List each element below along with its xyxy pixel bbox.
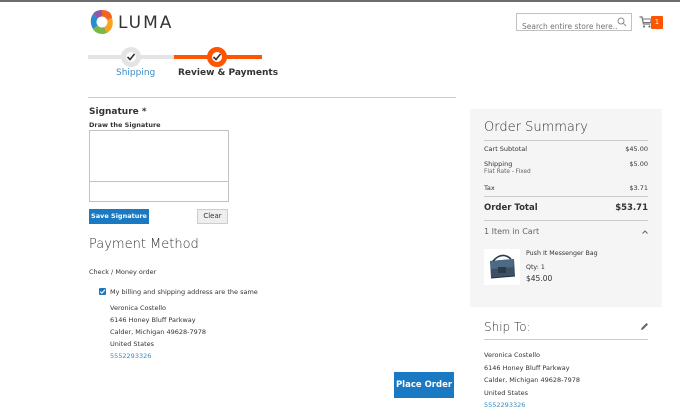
cart-subtotal-label: Cart Subtotal (484, 145, 528, 153)
payment-option-label[interactable]: Check / Money order (89, 268, 156, 276)
pencil-icon[interactable] (640, 322, 649, 331)
order-summary-title: Order Summary (484, 120, 588, 135)
check-icon (212, 53, 222, 61)
shipping-name: Veronica Costello (484, 351, 541, 359)
shipping-phone[interactable]: 5552293326 (484, 401, 525, 409)
same-address-label[interactable]: My billing and shipping address are the … (110, 288, 258, 296)
section-divider (88, 97, 456, 98)
product-qty: Qty: 1 (526, 264, 545, 271)
step-review-marker (207, 47, 227, 67)
shipping-label: Shipping (484, 160, 513, 168)
signature-subtitle: Draw the Signature (89, 121, 161, 129)
order-total-row: Order Total $53.71 (484, 203, 648, 213)
shipping-value: $5.00 (629, 160, 648, 168)
save-signature-button[interactable]: Save Signature (89, 209, 149, 224)
summary-divider (484, 220, 648, 221)
order-total-label: Order Total (484, 203, 538, 213)
search-box[interactable] (516, 13, 632, 35)
minicart-button[interactable]: 1 (639, 13, 667, 31)
place-order-button[interactable]: Place Order (394, 372, 454, 398)
luma-logo-icon (90, 10, 113, 34)
chevron-up-icon[interactable] (641, 228, 649, 236)
step-shipping-label[interactable]: Shipping (116, 68, 155, 78)
cart-count-badge: 1 (651, 16, 663, 29)
clear-signature-button[interactable]: Clear (197, 209, 228, 224)
ship-to-divider (484, 339, 648, 340)
product-image (484, 249, 520, 285)
same-address-checkbox[interactable] (99, 288, 106, 295)
order-total-value: $53.71 (615, 203, 648, 213)
top-border (0, 0, 680, 2)
messenger-bag-icon (490, 254, 516, 279)
billing-country: United States (110, 340, 155, 348)
logo-text[interactable]: LUMA (118, 13, 173, 33)
signature-title: Signature * (89, 107, 147, 117)
product-name: Push It Messenger Bag (526, 250, 598, 257)
tax-label: Tax (484, 184, 495, 192)
search-input[interactable] (517, 18, 618, 35)
billing-street: 6146 Honey Bluff Parkway (110, 316, 196, 324)
billing-name: Veronica Costello (110, 304, 167, 312)
signature-baseline (90, 181, 228, 182)
cart-subtotal-value: $45.00 (625, 145, 648, 153)
checkmark-icon (99, 289, 106, 294)
luma-logo[interactable] (90, 9, 114, 39)
items-in-cart-toggle[interactable]: 1 Item in Cart (484, 227, 539, 236)
payment-method-title: Payment Method (89, 237, 199, 252)
step-review-label: Review & Payments (178, 68, 279, 78)
shipping-country: United States (484, 389, 529, 397)
shipping-street: 6146 Honey Bluff Parkway (484, 364, 570, 372)
shipping-row: Shipping $5.00 (484, 160, 648, 168)
tax-value: $3.71 (629, 184, 648, 192)
tax-row: Tax $3.71 (484, 184, 648, 192)
step-shipping-marker (121, 47, 141, 67)
shipping-city: Calder, Michigan 49628-7978 (484, 376, 581, 384)
ship-to-title: Ship To: (484, 320, 531, 334)
search-icon[interactable] (617, 17, 627, 27)
shipping-method: Flat Rate - Fixed (484, 169, 531, 175)
cart-subtotal-row: Cart Subtotal $45.00 (484, 145, 648, 153)
summary-divider (484, 196, 648, 197)
product-price: $45.00 (526, 274, 553, 283)
signature-pad[interactable] (89, 130, 229, 202)
check-icon (126, 53, 136, 61)
billing-phone[interactable]: 5552293326 (110, 352, 151, 360)
billing-city: Calder, Michigan 49628-7978 (110, 328, 207, 336)
summary-divider (484, 140, 648, 141)
